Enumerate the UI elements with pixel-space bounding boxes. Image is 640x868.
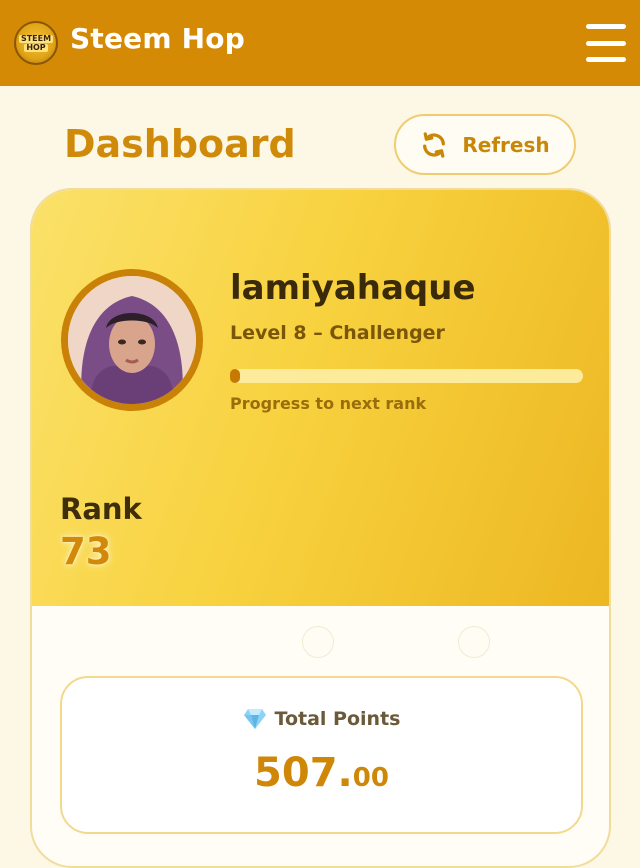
menu-bar [586, 24, 626, 29]
rank-progress-bar [230, 369, 583, 383]
decorative-bubble [458, 626, 490, 658]
rank-label: Rank [60, 492, 142, 526]
total-points-value: 507.00 [62, 750, 581, 796]
avatar-portrait-icon [68, 276, 196, 404]
total-points-header: Total Points [62, 708, 581, 730]
rank-value: 73 [60, 530, 112, 573]
profile-card: lamiyahaque Level 8 – Challenger Progres… [30, 188, 611, 868]
total-points-label: Total Points [274, 708, 401, 730]
profile-hero: lamiyahaque Level 8 – Challenger Progres… [32, 190, 609, 606]
total-points-decimal: 00 [352, 763, 389, 793]
menu-bar [586, 40, 626, 46]
total-points-integer: 507. [254, 750, 353, 796]
menu-bar [586, 57, 626, 62]
avatar[interactable] [61, 269, 203, 411]
username: lamiyahaque [230, 268, 476, 308]
total-points-box: Total Points 507.00 [60, 676, 583, 834]
refresh-icon [423, 131, 446, 158]
top-bar: STEEM HOP Steem Hop [0, 0, 640, 86]
level-text: Level 8 – Challenger [230, 322, 445, 344]
logo-text-bottom: HOP [24, 42, 48, 52]
diamond-icon [243, 709, 266, 729]
refresh-label: Refresh [462, 132, 550, 157]
progress-caption: Progress to next rank [230, 394, 427, 413]
page-title: Dashboard [64, 122, 296, 166]
logo-text-top: STEEM [18, 33, 54, 43]
rank-progress-fill [230, 369, 240, 383]
avatar-photo [68, 276, 196, 404]
app-title[interactable]: Steem Hop [70, 22, 245, 55]
hamburger-menu-icon[interactable] [586, 24, 626, 62]
refresh-button[interactable]: Refresh [394, 114, 576, 175]
decorative-bubble [302, 626, 334, 658]
app-logo[interactable]: STEEM HOP [14, 21, 58, 65]
